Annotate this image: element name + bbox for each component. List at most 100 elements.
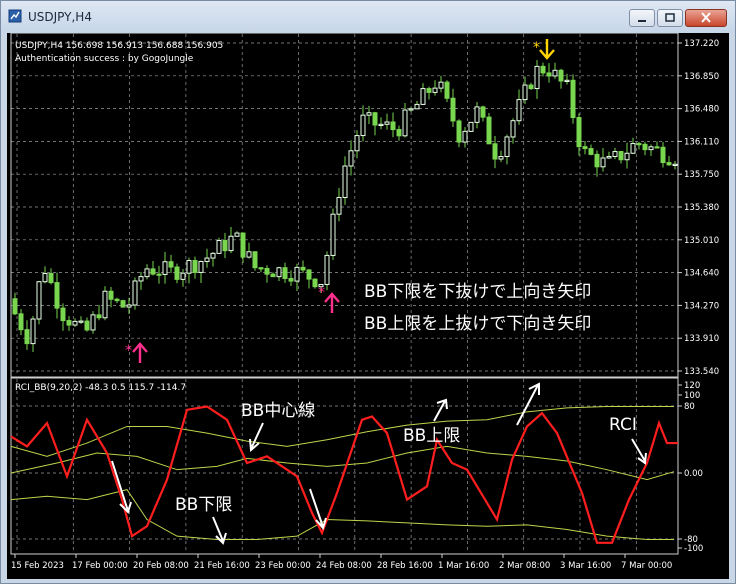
candle-bear — [12, 298, 18, 315]
candle-bull — [498, 156, 504, 160]
candle-bear — [480, 106, 486, 118]
buy-arrow-2: * — [318, 285, 340, 313]
indicator-axis: 120100800.00-80-100 — [678, 381, 703, 554]
price-label: 134.640 — [684, 269, 719, 279]
sell-star-icon: * — [533, 40, 540, 56]
candle-bear — [570, 79, 576, 119]
price-label: 136.850 — [684, 72, 719, 82]
time-axis: 15 Feb 2023 17 Feb 00:00 20 Feb 08:00 21 Fe… — [11, 554, 672, 571]
symbol-header: USDJPY,H4 156.698 156.913 156.688 156.90… — [15, 41, 223, 51]
bb-lower-line — [10, 489, 674, 540]
candle-bull — [600, 157, 606, 168]
scale-label: 100 — [684, 391, 700, 401]
candle-bear — [642, 143, 648, 151]
candle-bear — [582, 146, 588, 150]
time-label: 3 Mar 16:00 — [560, 561, 611, 571]
time-label: 1 Mar 16:00 — [438, 561, 489, 571]
candle-bear — [24, 329, 30, 345]
candle-bull — [342, 165, 348, 199]
close-icon — [701, 12, 711, 23]
candle-bull — [648, 146, 654, 151]
candle-bear — [114, 298, 120, 302]
down-arrow-icon — [539, 39, 555, 60]
auth-status: Authentication success : by GogoJungle — [15, 54, 194, 64]
candle-bear — [558, 69, 564, 82]
minimize-icon — [638, 20, 646, 22]
restore-icon — [665, 13, 675, 22]
up-arrow-icon — [324, 292, 340, 313]
candle-bull — [630, 143, 636, 154]
time-label: 15 Feb 2023 — [11, 561, 64, 571]
candle-bull — [564, 79, 570, 82]
candle-bull — [162, 261, 168, 275]
candle-bear — [654, 146, 660, 149]
time-label: 24 Feb 08:00 — [316, 561, 372, 571]
candle-bull — [294, 266, 300, 282]
candle-bull — [510, 120, 516, 138]
price-label: 135.380 — [684, 203, 719, 213]
candle-bull — [30, 318, 36, 345]
chart-client-area: 137.220 136.850 136.480 136.110 135.750 135.3… — [7, 32, 729, 579]
candle-bear — [174, 266, 180, 280]
time-label: 7 Mar 00:00 — [621, 561, 672, 571]
candle-bull — [138, 276, 144, 282]
candle-bull — [468, 121, 474, 132]
candle-bull — [366, 112, 372, 116]
candle-bull — [180, 272, 186, 280]
candle-bear — [588, 148, 594, 155]
candle-bull — [126, 304, 132, 308]
pointer-arrow-icon — [433, 398, 448, 422]
candle-bear — [576, 117, 582, 148]
candle-bull — [228, 235, 234, 252]
minimize-button[interactable] — [629, 9, 655, 27]
buy-arrow-1: * — [125, 342, 148, 363]
time-label: 2 Mar 08:00 — [499, 561, 550, 571]
candle-bear — [528, 84, 534, 90]
time-label: 21 Feb 16:00 — [194, 561, 250, 571]
candle-bull — [474, 106, 480, 123]
candle-bear — [258, 267, 264, 270]
pointer-arrow-icon — [111, 460, 132, 514]
close-button[interactable] — [685, 9, 727, 27]
buy-star-icon: * — [125, 343, 132, 359]
candle-bull — [552, 69, 558, 77]
candle-bull — [624, 152, 630, 161]
label-rci: RCI — [609, 415, 637, 435]
candle-bear — [618, 151, 624, 161]
candle-bull — [414, 103, 420, 110]
candle-bear — [60, 307, 66, 322]
candle-bear — [396, 129, 402, 137]
candle-bull — [216, 240, 222, 254]
candle-bull — [432, 87, 438, 93]
candle-bull — [402, 109, 408, 137]
candle-bear — [486, 116, 492, 145]
price-label: 135.010 — [684, 236, 719, 246]
candle-bear — [54, 282, 60, 309]
candle-bear — [270, 273, 276, 278]
label-bb-lower: BB下限 — [175, 495, 232, 515]
maximize-button[interactable] — [657, 9, 683, 27]
candle-bear — [546, 72, 552, 77]
candle-bull — [330, 213, 336, 256]
chart-canvas[interactable]: 137.220 136.850 136.480 136.110 135.750 135.3… — [7, 32, 729, 579]
candle-bull — [144, 268, 150, 278]
time-label: 28 Feb 16:00 — [377, 561, 433, 571]
title-bar[interactable]: USDJPY,H4 — [1, 1, 735, 33]
candle-bull — [78, 320, 84, 323]
candle-bear — [252, 251, 258, 269]
candle-bear — [168, 261, 174, 268]
candle-bull — [606, 155, 612, 159]
time-label: 20 Feb 08:00 — [133, 561, 189, 571]
candle-bear — [312, 278, 318, 288]
bb-upper-line — [10, 406, 674, 457]
candle-bear — [192, 260, 198, 273]
price-label: 133.540 — [684, 367, 719, 377]
candle-bull — [516, 99, 522, 122]
scale-label: -100 — [684, 544, 703, 554]
price-label: 136.480 — [684, 105, 719, 115]
candle-bull — [276, 267, 282, 278]
candle-bear — [240, 232, 246, 258]
candle-bull — [90, 314, 96, 331]
price-axis: 137.220 136.850 136.480 136.110 135.750 135.3… — [678, 39, 719, 377]
price-label: 137.220 — [684, 39, 719, 49]
